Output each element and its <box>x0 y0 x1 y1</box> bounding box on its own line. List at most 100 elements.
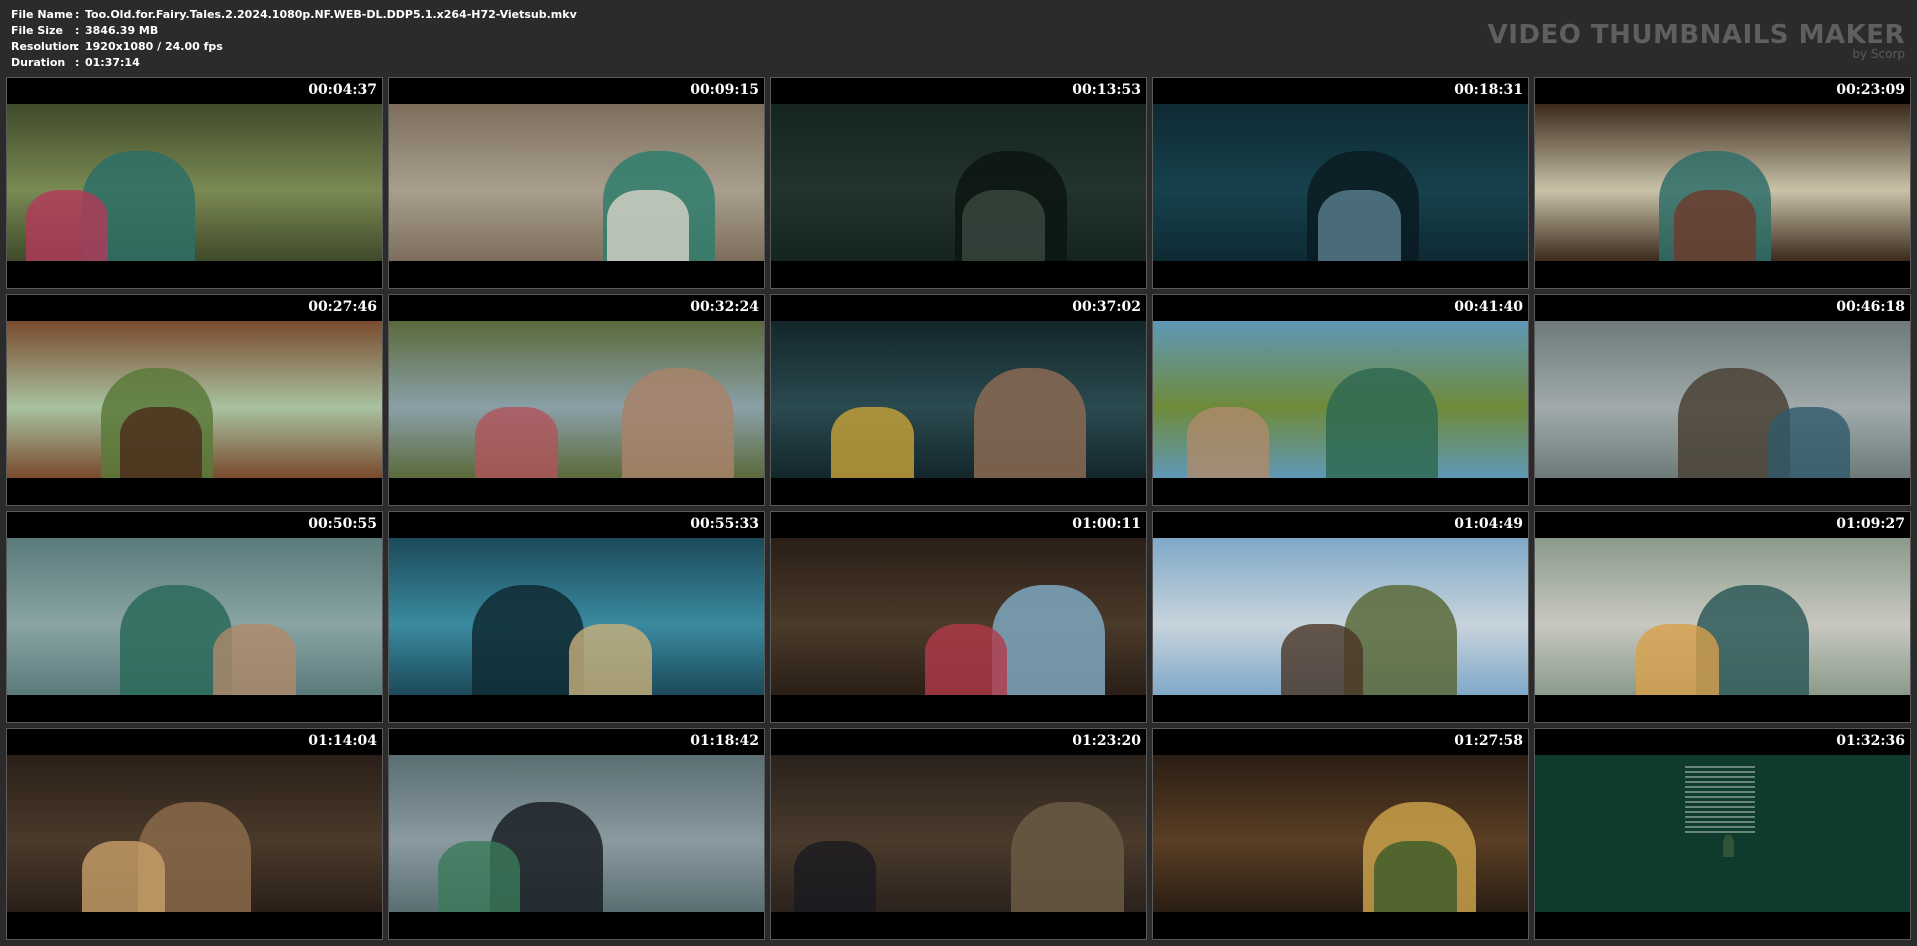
file-info-header: File Name : Too.Old.for.Fairy.Tales.2.20… <box>11 7 577 71</box>
separator: : <box>75 56 80 69</box>
thumbnail-tile[interactable]: 01:32:36 <box>1534 728 1911 940</box>
thumbnail-tile[interactable]: 01:18:42 <box>388 728 765 940</box>
thumbnail-timestamp: 00:04:37 <box>308 82 377 98</box>
thumbnail-tile[interactable]: 00:55:33 <box>388 511 765 723</box>
thumbnail-frame-image <box>1535 538 1910 695</box>
thumbnail-frame-image <box>1153 321 1528 478</box>
duration-value: 01:37:14 <box>85 56 140 69</box>
thumbnail-frame-image <box>389 538 764 695</box>
thumbnail-timestamp: 01:04:49 <box>1454 516 1523 532</box>
thumbnail-tile[interactable]: 00:13:53 <box>770 77 1147 289</box>
scene-detail <box>437 841 521 912</box>
thumbnail-timestamp: 01:27:58 <box>1454 733 1523 749</box>
thumbnail-frame-image <box>389 321 764 478</box>
thumbnail-tile[interactable]: 00:46:18 <box>1534 294 1911 506</box>
scene-detail <box>213 624 296 695</box>
scene-detail <box>1767 407 1850 478</box>
thumbnail-tile[interactable]: 01:00:11 <box>770 511 1147 723</box>
scene-detail <box>25 190 109 261</box>
thumbnail-timestamp: 00:55:33 <box>690 516 759 532</box>
separator: : <box>75 40 80 53</box>
thumbnail-tile[interactable]: 00:18:31 <box>1152 77 1529 289</box>
thumbnail-timestamp: 00:09:15 <box>690 82 759 98</box>
scene-figure <box>1011 802 1124 912</box>
scene-detail <box>569 624 652 695</box>
file-size-value: 3846.39 MB <box>85 24 159 37</box>
duration-label: Duration <box>11 56 66 69</box>
thumbnail-tile[interactable]: 01:09:27 <box>1534 511 1911 723</box>
scene-detail <box>606 190 689 261</box>
thumbnail-frame-image <box>1535 321 1910 478</box>
thumbnail-timestamp: 00:27:46 <box>308 299 377 315</box>
thumbnail-timestamp: 01:09:27 <box>1836 516 1905 532</box>
scene-detail <box>475 407 558 478</box>
file-name-label: File Name <box>11 8 73 21</box>
thumbnail-tile[interactable]: 01:04:49 <box>1152 511 1529 723</box>
brand-watermark: VIDEO THUMBNAILS MAKER by Scorp <box>1488 20 1905 60</box>
thumbnail-timestamp: 00:18:31 <box>1454 82 1523 98</box>
file-size-label: File Size <box>11 24 63 37</box>
thumbnail-grid: 00:04:37 00:09:15 00:13:53 00:18:31 00:23:09… <box>6 77 1911 940</box>
thumbnail-tile[interactable]: 00:37:02 <box>770 294 1147 506</box>
scene-detail <box>1673 190 1757 261</box>
file-size-row: File Size : 3846.39 MB <box>11 23 577 39</box>
thumbnail-timestamp: 00:50:55 <box>308 516 377 532</box>
thumbnail-timestamp: 01:18:42 <box>690 733 759 749</box>
thumbnail-tile[interactable]: 00:32:24 <box>388 294 765 506</box>
scene-figure <box>621 368 734 478</box>
scene-detail <box>119 407 202 478</box>
scene-figure <box>471 585 584 695</box>
duration-row: Duration : 01:37:14 <box>11 55 577 71</box>
separator: : <box>75 8 80 21</box>
thumbnail-frame-image <box>1153 755 1528 912</box>
thumbnail-tile[interactable]: 00:50:55 <box>6 511 383 723</box>
scene-detail <box>1374 841 1457 912</box>
brand-title: VIDEO THUMBNAILS MAKER <box>1487 20 1905 50</box>
thumbnail-frame-image <box>389 104 764 261</box>
thumbnail-frame-image <box>7 321 382 478</box>
thumbnail-timestamp: 00:13:53 <box>1072 82 1141 98</box>
scene-detail <box>1722 835 1734 858</box>
scene-detail <box>962 190 1045 261</box>
thumbnail-timestamp: 00:32:24 <box>690 299 759 315</box>
thumbnail-tile[interactable]: 00:27:46 <box>6 294 383 506</box>
thumbnail-frame-image <box>7 538 382 695</box>
thumbnail-frame-image <box>771 321 1146 478</box>
thumbnail-timestamp: 00:46:18 <box>1836 299 1905 315</box>
scene-detail <box>793 841 876 912</box>
thumbnail-tile[interactable]: 00:23:09 <box>1534 77 1911 289</box>
thumbnail-timestamp: 01:14:04 <box>308 733 377 749</box>
scene-detail <box>1186 407 1270 478</box>
thumbnail-timestamp: 00:37:02 <box>1072 299 1141 315</box>
thumbnail-timestamp: 00:41:40 <box>1454 299 1523 315</box>
thumbnail-frame-image <box>7 104 382 261</box>
thumbnail-frame-image <box>771 538 1146 695</box>
thumbnail-tile[interactable]: 01:27:58 <box>1152 728 1529 940</box>
thumbnail-frame-image <box>771 104 1146 261</box>
scene-figure <box>973 368 1086 478</box>
resolution-row: Resolution : 1920x1080 / 24.00 fps <box>11 39 577 55</box>
resolution-label: Resolution <box>11 40 78 53</box>
scene-detail <box>924 624 1008 695</box>
scene-detail <box>1636 624 1719 695</box>
thumbnail-frame-image <box>1535 755 1910 912</box>
thumbnail-tile[interactable]: 00:41:40 <box>1152 294 1529 506</box>
scene-detail <box>831 407 914 478</box>
thumbnail-timestamp: 01:32:36 <box>1836 733 1905 749</box>
thumbnail-timestamp: 00:23:09 <box>1836 82 1905 98</box>
scene-figure <box>992 585 1105 695</box>
thumbnail-tile[interactable]: 00:09:15 <box>388 77 765 289</box>
scene-detail <box>1318 190 1401 261</box>
thumbnail-tile[interactable]: 01:23:20 <box>770 728 1147 940</box>
thumbnail-tile[interactable]: 01:14:04 <box>6 728 383 940</box>
file-name-value: Too.Old.for.Fairy.Tales.2.2024.1080p.NF.… <box>85 8 577 21</box>
credits-text-lines <box>1685 763 1755 836</box>
scene-figure <box>1325 368 1438 478</box>
thumbnail-frame-image <box>7 755 382 912</box>
thumbnail-timestamp: 01:23:20 <box>1072 733 1141 749</box>
thumbnail-frame-image <box>1535 104 1910 261</box>
thumbnail-tile[interactable]: 00:04:37 <box>6 77 383 289</box>
separator: : <box>75 24 80 37</box>
thumbnail-frame-image <box>1153 538 1528 695</box>
thumbnail-frame-image <box>771 755 1146 912</box>
